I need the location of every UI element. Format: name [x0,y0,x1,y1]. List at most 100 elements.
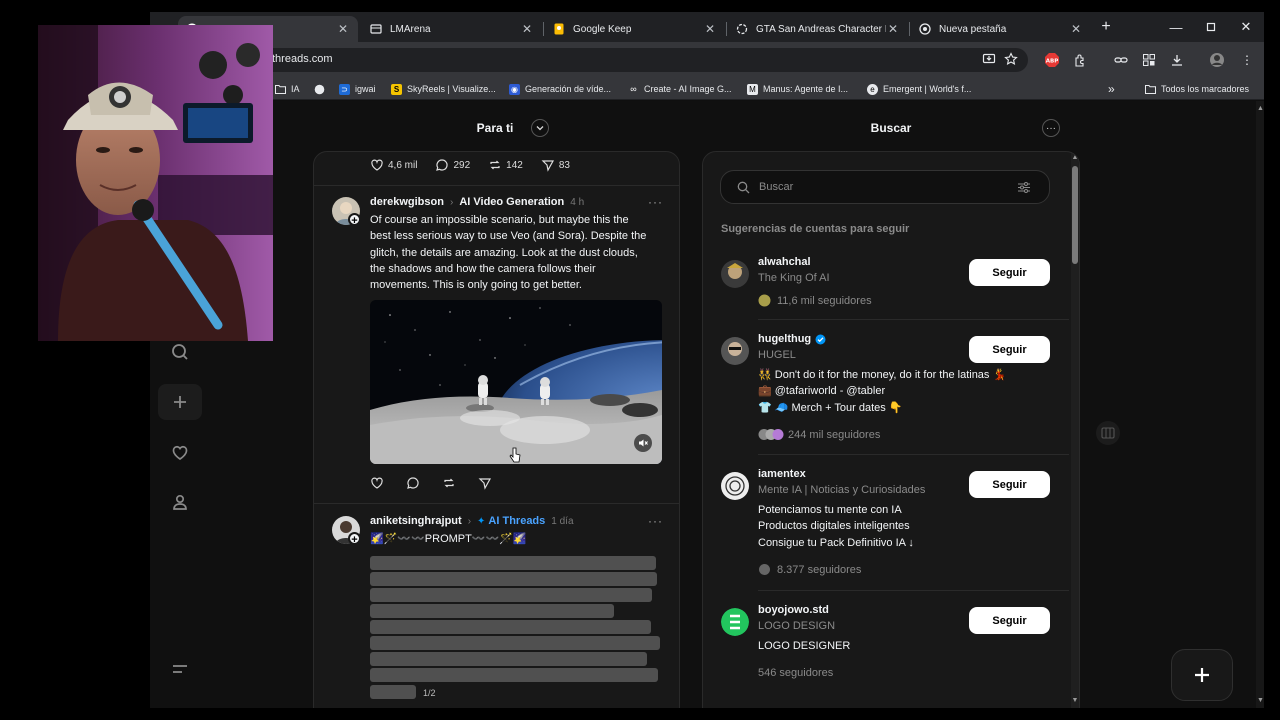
generation-icon: ◉ [509,83,520,95]
follow-button[interactable]: Seguir [969,336,1050,363]
comment-icon [407,477,419,489]
follow-button[interactable]: Seguir [969,607,1050,634]
reply-button[interactable]: 292 [435,158,470,172]
bookmark-generacion[interactable]: ◉ Generación de víde... [509,81,611,97]
feed-title[interactable]: Para ti [477,121,514,135]
bookmark-skyreels[interactable]: S SkyReels | Visualize... [391,81,496,97]
profile-avatar-icon[interactable] [1208,51,1226,69]
column-options-button[interactable]: ··· [1042,119,1060,137]
new-thread-fab[interactable] [1171,649,1233,701]
account-username[interactable]: hugelthug [758,333,811,345]
bio-line: Potenciamos tu mente con IA [758,504,902,516]
like-button[interactable] [370,476,388,490]
nav-activity[interactable] [158,434,202,470]
add-column-button[interactable] [1096,421,1120,445]
search-column: Buscar Sugerencias de cuentas para segui… [702,151,1080,708]
nav-create[interactable] [158,384,202,420]
followers-text: 244 mil seguidores [788,428,881,441]
bookmark-ia[interactable]: IA [275,81,300,97]
more-options-icon[interactable]: ··· [648,514,663,528]
search-scrollbar[interactable]: ▲ ▼ [1071,152,1079,708]
new-tab-button[interactable]: + [1089,16,1123,38]
tab-new-tab[interactable]: Nueva pestaña ✕ [911,16,1091,42]
install-icon[interactable] [982,52,996,71]
avatar[interactable] [721,608,749,636]
post-username[interactable]: aniketsinghrajput [370,515,462,527]
account-username[interactable]: iamentex [758,468,806,480]
repost-button[interactable] [442,476,460,490]
mute-button[interactable] [634,434,652,452]
scroll-up-arrow[interactable]: ▲ [1257,105,1264,112]
minimize-button[interactable]: — [1159,16,1193,38]
bio-line: 💼 @tafariworld - @tabler [758,385,886,398]
follow-button[interactable]: Seguir [969,259,1050,286]
bookmark-globe[interactable] [314,81,330,97]
more-options-icon[interactable]: ··· [648,195,663,209]
all-bookmarks[interactable]: Todos los marcadores [1145,81,1249,97]
share-button[interactable]: 83 [541,158,570,172]
follow-plus-icon[interactable]: + [348,213,361,227]
close-window-button[interactable]: ✕ [1229,16,1263,38]
scroll-thumb[interactable] [1072,166,1078,264]
reply-button[interactable] [406,476,424,490]
tab-gta[interactable]: GTA San Andreas Character Illu ✕ [728,16,908,42]
scroll-down-arrow[interactable]: ▼ [1257,697,1264,704]
tab-separator [543,22,544,36]
suggestion-alwahchal[interactable]: alwahchal The King Of AI 11,6 mil seguid… [703,256,1069,316]
manus-icon: M [747,83,758,95]
post-video[interactable] [370,300,662,464]
repost-button[interactable]: 142 [488,158,523,172]
feed-dropdown-button[interactable] [531,119,549,137]
tab-lmarena[interactable]: LMArena ✕ [362,16,542,42]
suggestions-title: Sugerencias de cuentas para seguir [721,223,910,235]
star-icon[interactable] [1004,52,1018,71]
follow-plus-icon[interactable]: + [348,532,361,546]
download-icon[interactable] [1168,51,1186,69]
close-icon[interactable]: ✕ [886,22,900,36]
page-scrollbar[interactable]: ▲ ▼ [1256,101,1264,708]
followers-text: 546 seguidores [758,667,834,679]
post-topic[interactable]: AI Video Generation [459,196,564,208]
suggestion-hugelthug[interactable]: hugelthug HUGEL 👯 Don't do it for the mo… [703,333,1069,443]
extensions-icon[interactable] [1071,51,1089,69]
search-input[interactable]: Buscar [720,170,1050,204]
bookmark-create-ai[interactable]: ∞ Create - AI Image G... [628,81,731,97]
account-bio: 👯 Don't do it for the money, do it for t… [758,367,1006,416]
account-username[interactable]: boyojowo.std [758,604,829,616]
suggestion-boyojowo[interactable]: boyojowo.std LOGO DESIGN LOGO DESIGNER 5… [703,604,1069,694]
avatar[interactable] [721,260,749,288]
like-button[interactable]: 4,6 mil [370,158,417,172]
close-icon[interactable]: ✕ [1069,22,1083,36]
bookmarks-overflow-icon[interactable]: » [1108,81,1115,97]
post-topic[interactable]: AI Threads [488,515,545,527]
avatar[interactable] [721,337,749,365]
close-icon[interactable]: ✕ [703,22,717,36]
close-icon[interactable]: ✕ [520,22,534,36]
scroll-up-arrow[interactable]: ▲ [1071,154,1079,162]
maximize-button[interactable] [1194,16,1228,38]
bookmark-emergent[interactable]: e Emergent | World's f... [867,81,971,97]
post-username[interactable]: derekwgibson [370,196,444,208]
scroll-down-arrow[interactable]: ▼ [1071,697,1079,705]
link-icon[interactable] [1112,51,1130,69]
suggestion-divider [758,319,1069,320]
tab-google-keep[interactable]: Google Keep ✕ [545,16,725,42]
url-text: threads.com [272,53,333,65]
address-bar[interactable]: threads.com [220,48,1028,72]
tab-label: GTA San Andreas Character Illu [756,23,886,35]
menu-kebab-icon[interactable]: ⋮ [1238,51,1256,69]
follow-button[interactable]: Seguir [969,471,1050,498]
account-username[interactable]: alwahchal [758,256,811,268]
share-button[interactable] [478,476,496,490]
adblock-badge-text: ABP [1046,59,1058,65]
qr-grid-icon[interactable] [1140,51,1158,69]
close-icon[interactable]: ✕ [336,22,350,36]
suggestion-iamentex[interactable]: iamentex Mente IA | Noticias y Curiosida… [703,468,1069,578]
adblock-icon[interactable]: ABP [1043,51,1061,69]
bookmark-igwai[interactable]: ⊃ igwai [339,81,376,97]
avatar[interactable] [721,472,749,500]
bookmark-manus[interactable]: M Manus: Agente de I... [747,81,848,97]
nav-profile[interactable] [158,484,202,520]
nav-menu[interactable] [158,651,202,687]
webcam-overlay [38,25,273,341]
